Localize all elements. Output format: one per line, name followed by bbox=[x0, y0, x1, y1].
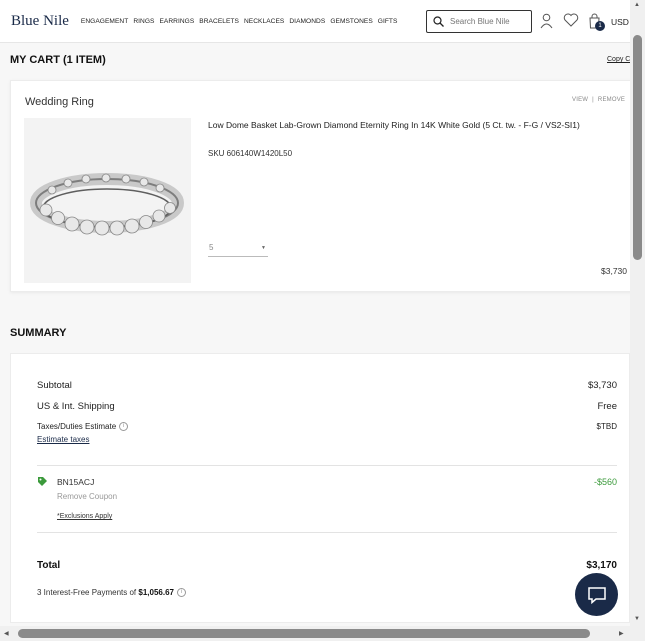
quantity-value: 5 bbox=[209, 243, 214, 252]
nav-earrings[interactable]: EARRINGS bbox=[159, 18, 194, 25]
subtotal-value: $3,730 bbox=[587, 380, 617, 391]
search-box[interactable] bbox=[426, 10, 532, 33]
taxes-label: Taxes/Duties Estimate bbox=[37, 422, 117, 431]
scroll-right-icon[interactable]: ▶ bbox=[619, 630, 624, 637]
nav-necklaces[interactable]: NECKLACES bbox=[244, 18, 284, 25]
shipping-label: US & Int. Shipping bbox=[37, 401, 115, 412]
tag-icon bbox=[38, 477, 47, 486]
item-type: Wedding Ring bbox=[25, 96, 94, 108]
subtotal-label: Subtotal bbox=[37, 380, 72, 391]
vertical-scroll-thumb[interactable] bbox=[633, 35, 642, 260]
wishlist-icon[interactable] bbox=[563, 13, 579, 27]
estimate-taxes-link[interactable]: Estimate taxes bbox=[37, 435, 89, 444]
nav-rings[interactable]: RINGS bbox=[133, 18, 154, 25]
cart-count-badge: 1 bbox=[595, 21, 605, 31]
divider bbox=[37, 532, 617, 533]
cart-title: MY CART (1 ITEM) bbox=[10, 54, 106, 66]
installment-prefix: 3 Interest-Free Payments of bbox=[37, 588, 139, 597]
quantity-select[interactable]: 5 ▼ bbox=[208, 241, 268, 257]
chat-button[interactable] bbox=[575, 573, 618, 616]
view-link[interactable]: VIEW bbox=[572, 97, 588, 103]
coupon-discount: -$560 bbox=[593, 477, 617, 487]
scroll-left-icon[interactable]: ◀ bbox=[4, 630, 9, 637]
item-price: $3,730 bbox=[601, 266, 627, 276]
nav-gifts[interactable]: GIFTS bbox=[378, 18, 398, 25]
coupon-code: BN15ACJ bbox=[57, 477, 95, 487]
vertical-scrollbar[interactable]: ▲ ▼ bbox=[630, 0, 645, 626]
separator: | bbox=[592, 97, 594, 103]
product-image[interactable] bbox=[24, 118, 191, 283]
divider bbox=[37, 465, 617, 466]
item-actions: VIEW | REMOVE bbox=[572, 97, 625, 103]
cart-item-card: Wedding Ring VIEW | REMOVE Low Dome Basket… bbox=[10, 80, 640, 292]
summary-card: Subtotal $3,730 US & Int. Shipping Free … bbox=[10, 353, 630, 623]
scroll-down-icon[interactable]: ▼ bbox=[634, 616, 640, 622]
currency-selector[interactable]: USD bbox=[611, 17, 629, 27]
estimate-taxes-row: Estimate taxes bbox=[37, 435, 617, 444]
subtotal-row: Subtotal $3,730 bbox=[37, 380, 617, 391]
taxes-row: Taxes/Duties Estimate i $TBD bbox=[37, 422, 617, 432]
main-nav: ENGAGEMENT RINGS EARRINGS BRACELETS NECK… bbox=[81, 18, 398, 25]
scroll-up-icon[interactable]: ▲ bbox=[634, 2, 640, 8]
nav-diamonds[interactable]: DIAMONDS bbox=[289, 18, 325, 25]
nav-bracelets[interactable]: BRACELETS bbox=[199, 18, 239, 25]
product-sku: SKU 606140W1420L50 bbox=[208, 149, 293, 158]
product-name[interactable]: Low Dome Basket Lab-Grown Diamond Eterni… bbox=[208, 119, 638, 131]
horizontal-scrollbar[interactable]: ◀ ▶ bbox=[0, 626, 645, 641]
installment-info: 3 Interest-Free Payments of $1,056.67 i bbox=[37, 588, 186, 598]
total-value: $3,170 bbox=[586, 560, 617, 571]
shipping-row: US & Int. Shipping Free bbox=[37, 401, 617, 412]
chat-icon bbox=[587, 586, 606, 604]
total-label: Total bbox=[37, 560, 61, 571]
search-icon bbox=[433, 16, 444, 27]
exclusions-link[interactable]: *Exclusions Apply bbox=[57, 513, 112, 520]
summary-title: SUMMARY bbox=[10, 327, 67, 339]
remove-coupon-link[interactable]: Remove Coupon bbox=[57, 492, 117, 501]
search-input[interactable] bbox=[450, 17, 528, 26]
installment-value: $1,056.67 bbox=[138, 588, 174, 597]
nav-engagement[interactable]: ENGAGEMENT bbox=[81, 18, 128, 25]
info-icon[interactable]: i bbox=[119, 422, 129, 432]
logo[interactable]: Blue Nile bbox=[11, 13, 69, 30]
taxes-value: $TBD bbox=[596, 422, 617, 431]
copy-cart-link[interactable]: Copy C bbox=[607, 56, 630, 63]
ring-image bbox=[30, 173, 184, 236]
info-icon[interactable]: i bbox=[176, 588, 186, 598]
remove-link[interactable]: REMOVE bbox=[598, 97, 625, 103]
horizontal-scroll-thumb[interactable] bbox=[18, 629, 590, 638]
site-header: Blue Nile ENGAGEMENT RINGS EARRINGS BRAC… bbox=[0, 0, 630, 43]
account-icon[interactable] bbox=[540, 13, 553, 29]
cart-page: Blue Nile ENGAGEMENT RINGS EARRINGS BRAC… bbox=[0, 0, 645, 641]
nav-gemstones[interactable]: GEMSTONES bbox=[330, 18, 372, 25]
chevron-down-icon: ▼ bbox=[261, 245, 266, 251]
shipping-value: Free bbox=[597, 401, 617, 412]
